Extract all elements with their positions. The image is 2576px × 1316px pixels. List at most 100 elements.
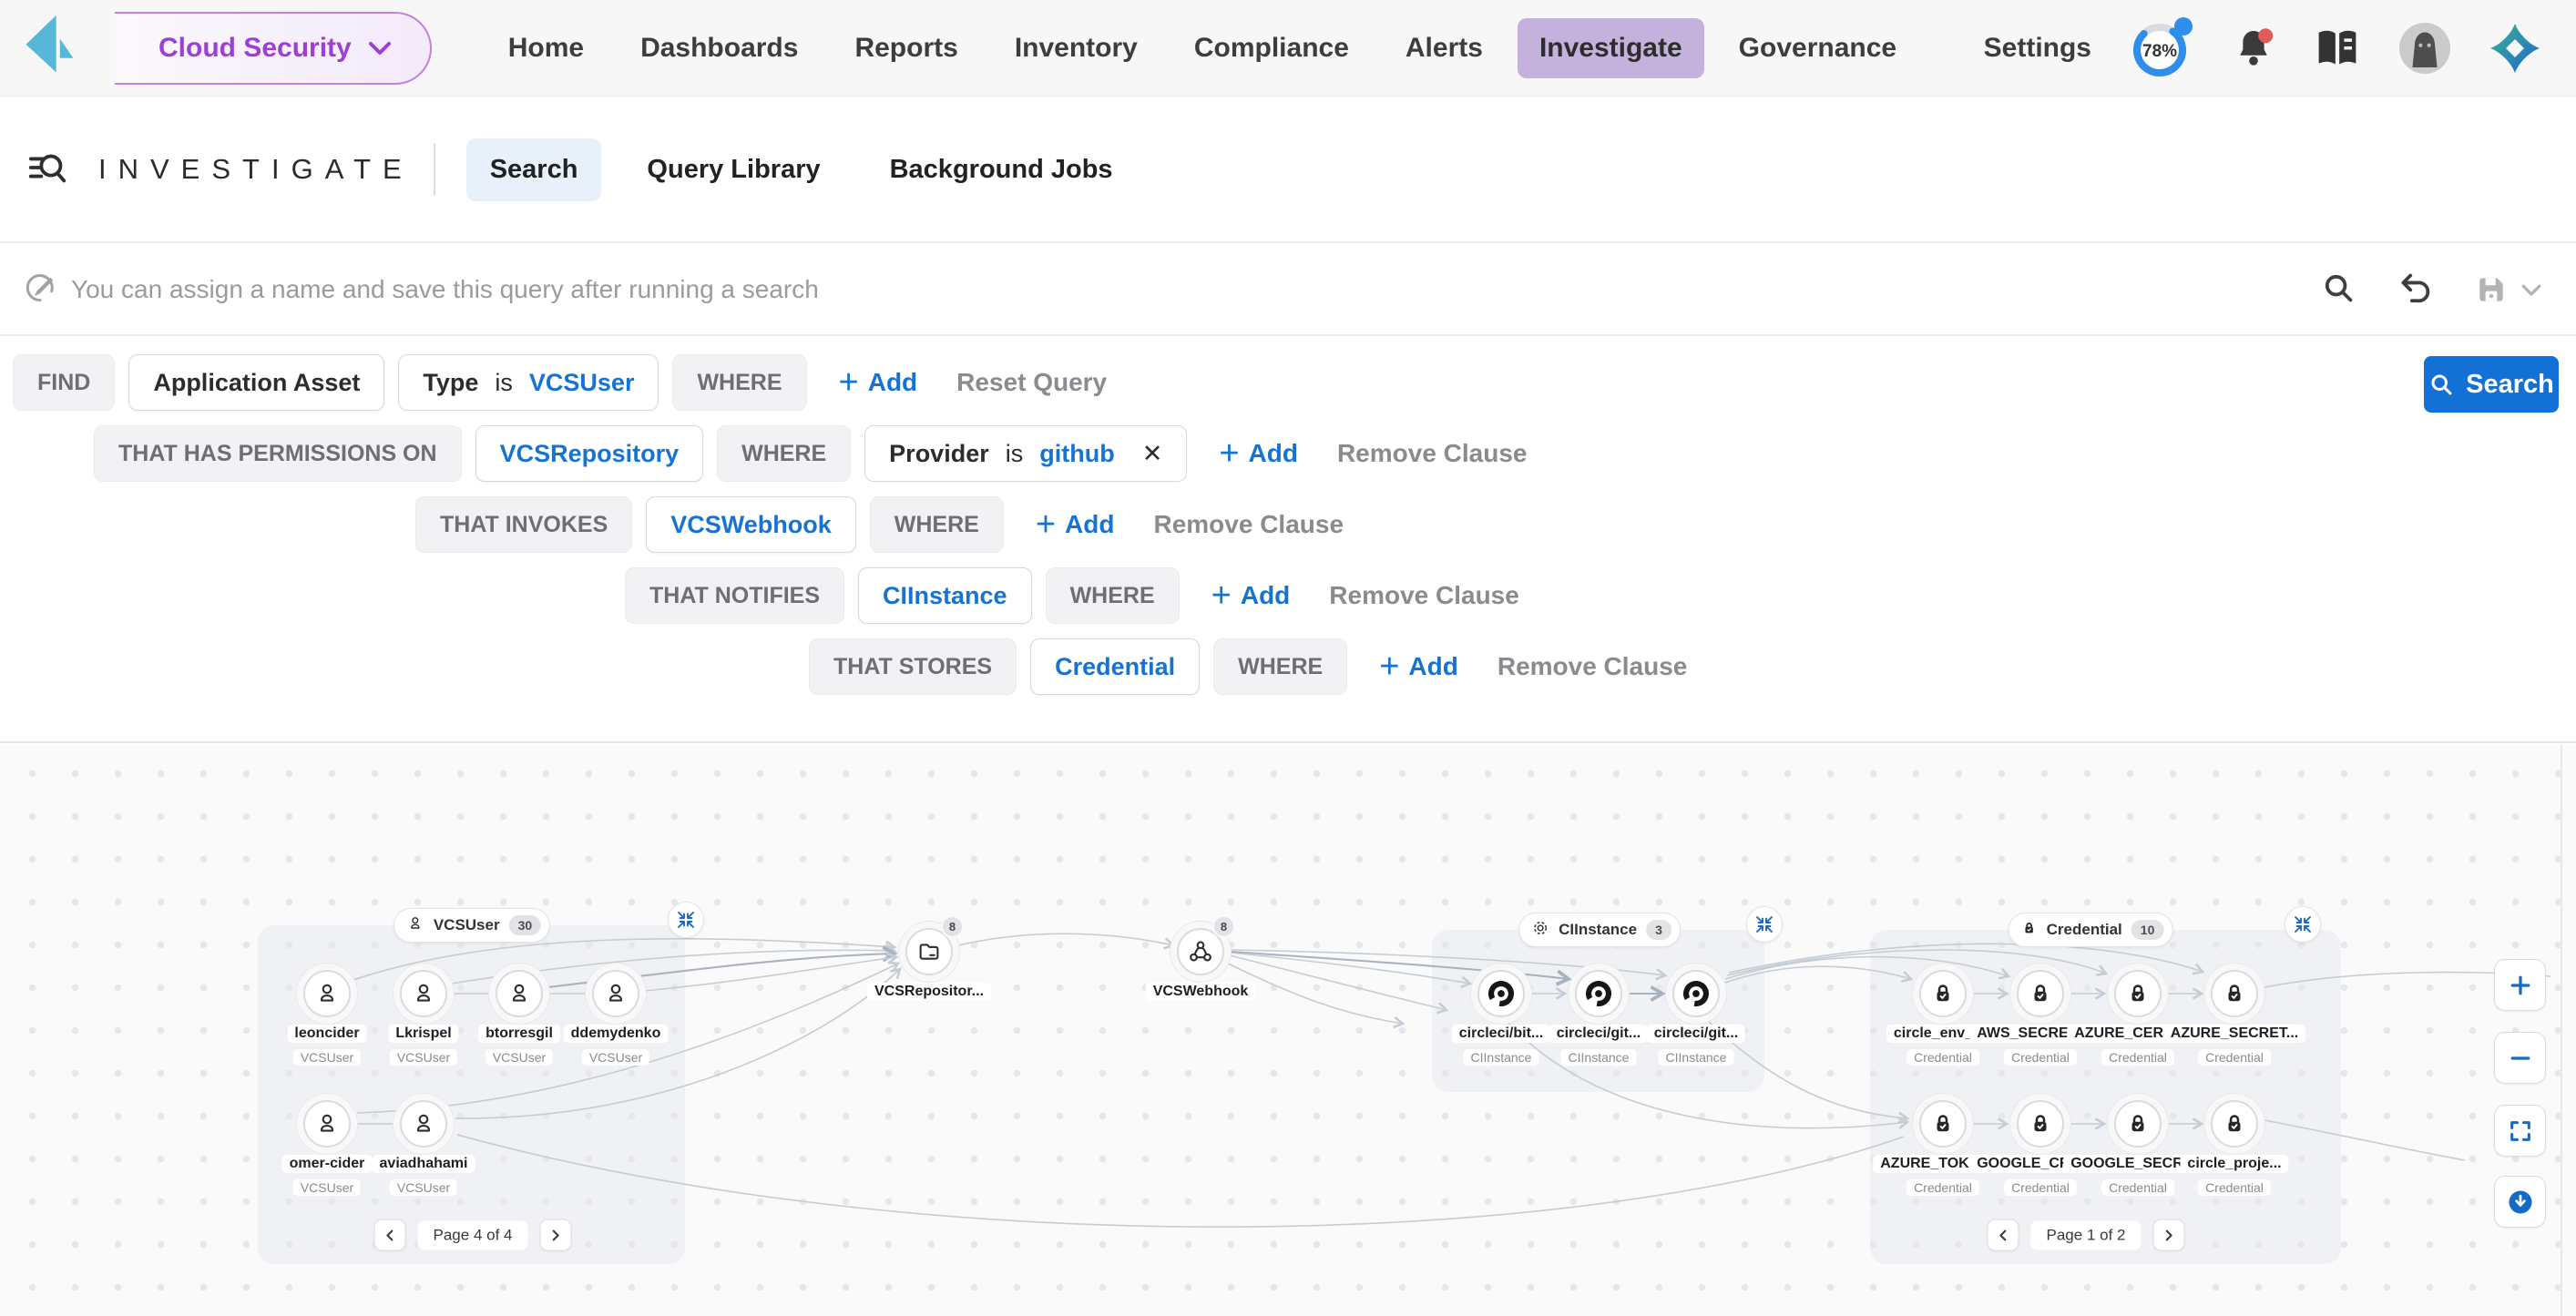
tab-search[interactable]: Search [466,138,602,201]
entity-chip-credential[interactable]: Credential [1030,638,1200,695]
add-clause-button[interactable]: +Add [1036,509,1115,540]
filter-chip[interactable]: TypeisVCSUser [398,354,659,411]
notifications-bell-icon[interactable] [2232,26,2275,71]
remove-clause-button[interactable]: Remove Clause [1329,581,1519,610]
graph-node-circle-proje[interactable] [2211,1100,2258,1148]
graph-node-btorresgil[interactable] [496,970,543,1017]
page-prev-button[interactable] [374,1219,406,1251]
docs-book-icon[interactable] [2314,27,2361,69]
graph-node-lkrispel[interactable] [400,970,447,1017]
group-pagination: Page 4 of 4 [374,1219,572,1251]
page-prev-button[interactable] [1988,1219,2019,1251]
nav-item-inventory[interactable]: Inventory [993,18,1160,78]
node-label: leoncider [287,1025,366,1043]
filter-part: is [495,369,513,397]
query-keyword-chip[interactable]: THAT NOTIFIES [625,567,844,624]
fullscreen-button[interactable] [2494,1105,2546,1157]
query-keyword-chip[interactable]: WHERE [870,496,1004,553]
undo-icon[interactable] [2397,270,2432,310]
query-keyword-chip[interactable]: WHERE [717,425,851,482]
group-pill-vcsuser[interactable]: VCSUser30 [394,908,550,943]
investigate-search-list-icon[interactable] [27,147,69,193]
add-clause-button[interactable]: +Add [839,367,918,398]
add-clause-button[interactable]: +Add [1379,651,1458,682]
plus-icon: + [839,367,859,398]
search-icon[interactable] [2321,270,2356,310]
add-clause-button[interactable]: +Add [1219,438,1298,469]
nav-item-alerts[interactable]: Alerts [1384,18,1505,78]
remove-clause-button[interactable]: Remove Clause [1498,652,1688,681]
nav-item-home[interactable]: Home [486,18,606,78]
zoom-in-button[interactable] [2494,959,2546,1011]
entity-chip-vcswebhook[interactable]: VCSWebhook [646,496,856,553]
entity-chip-application-asset[interactable]: Application Asset [128,354,384,411]
query-keyword-chip[interactable]: THAT INVOKES [415,496,632,553]
graph-node-google-secre[interactable] [2114,1100,2162,1148]
graph-node-azure-cerede[interactable] [2114,970,2162,1017]
collapse-group-button[interactable] [1746,906,1783,943]
tab-query-library[interactable]: Query Library [623,138,843,201]
query-keyword-chip[interactable]: THAT STORES [809,638,1017,695]
nav-item-governance[interactable]: Governance [1717,18,1918,78]
graph-node-circleci-git[interactable] [1575,970,1622,1017]
entity-chip-vcsrepository[interactable]: VCSRepository [475,425,704,482]
chevron-right-icon [2162,1228,2176,1242]
close-icon[interactable]: ✕ [1142,440,1163,468]
nav-item-investigate[interactable]: Investigate [1518,18,1704,78]
graph-node-azure-secret[interactable] [2211,970,2258,1017]
filter-part: Provider [889,440,989,468]
nav-item-reports[interactable]: Reports [833,18,979,78]
search-button[interactable]: Search [2424,356,2559,413]
query-keyword-chip[interactable]: WHERE [1046,567,1180,624]
collapse-group-button[interactable] [2285,906,2321,943]
graph-node-circleci-bit[interactable] [1477,970,1525,1017]
tab-background-jobs[interactable]: Background Jobs [866,138,1137,201]
filter-chip[interactable]: Providerisgithub✕ [864,425,1187,482]
circleci-icon [1682,979,1711,1008]
product-switcher[interactable]: Cloud Security [115,12,432,85]
add-clause-button[interactable]: +Add [1211,580,1291,611]
graph-node-google-crede[interactable] [2017,1100,2064,1148]
user-avatar[interactable] [2399,23,2450,74]
node-type-label: VCSUser [390,1049,457,1066]
remove-clause-button[interactable]: Remove Clause [1153,510,1344,539]
query-name-input[interactable]: You can assign a name and save this quer… [71,275,819,304]
query-results-graph[interactable]: leonciderVCSUserLkrispelVCSUserbtorresgi… [0,745,2576,1316]
nav-item-dashboards[interactable]: Dashboards [618,18,820,78]
node-type-label: Credential [2101,1179,2174,1196]
query-keyword-chip[interactable]: WHERE [1213,638,1347,695]
query-row-1: FINDApplication AssetTypeisVCSUserWHERE +… [0,354,2576,411]
usage-progress-ring[interactable]: 78% [2130,16,2193,80]
graph-node-azure-token[interactable] [1919,1100,1967,1148]
node-label: circleci/git... [1549,1025,1648,1043]
group-pill-credential[interactable]: Credential10 [2009,913,2173,947]
graph-node-omer-cider[interactable] [303,1100,351,1148]
graph-node-aviadhahami[interactable] [400,1100,447,1148]
remove-clause-button[interactable]: Remove Clause [1337,439,1528,468]
nav-item-compliance[interactable]: Compliance [1172,18,1371,78]
download-button[interactable] [2494,1176,2546,1228]
platform-logo-icon[interactable] [2489,22,2541,75]
graph-node-aws-secret-a[interactable] [2017,970,2064,1017]
graph-node-ddemydenko[interactable] [592,970,639,1017]
group-pill-ciinstance[interactable]: CIInstance3 [1518,913,1681,947]
graph-node-vcswebhook[interactable]: 8 [1177,928,1224,975]
query-keyword-chip[interactable]: WHERE [672,354,806,411]
graph-node-circleci-git[interactable] [1672,970,1720,1017]
reset-query-button[interactable]: Reset Query [956,368,1107,397]
zoom-out-button[interactable] [2494,1032,2546,1084]
query-keyword-chip[interactable]: FIND [13,354,115,411]
plus-icon: + [1211,580,1232,611]
page-next-button[interactable] [539,1219,571,1251]
lockbig-icon [2221,1110,2248,1137]
user-icon [410,1110,437,1137]
save-query-button[interactable] [2474,272,2545,307]
settings-link[interactable]: Settings [1984,33,2091,64]
graph-node-leoncider[interactable] [303,970,351,1017]
entity-chip-ciinstance[interactable]: CIInstance [858,567,1032,624]
page-next-button[interactable] [2152,1219,2184,1251]
query-keyword-chip[interactable]: THAT HAS PERMISSIONS ON [94,425,462,482]
graph-node-vcsrepositor[interactable]: 8 [905,928,953,975]
graph-node-circle-env-v[interactable] [1919,970,1967,1017]
collapse-group-button[interactable] [668,902,704,938]
